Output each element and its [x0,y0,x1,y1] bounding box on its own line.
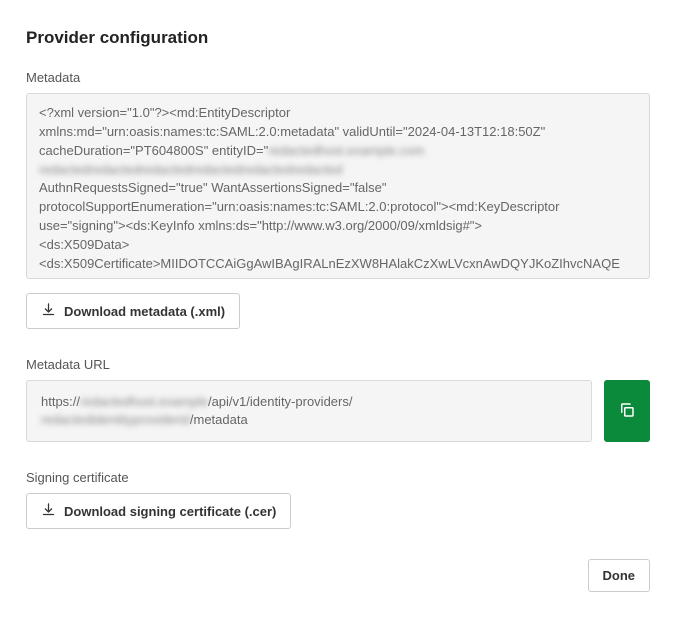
signing-cert-section: Signing certificate Download signing cer… [26,470,650,529]
metadata-xml-line: <ds:X509Data> [39,237,129,252]
download-icon [41,302,56,320]
metadata-xml-line: protocolSupportEnumeration="urn:oasis:na… [39,199,559,214]
copy-url-button[interactable] [604,380,650,442]
metadata-xml-line: use="signing"><ds:KeyInfo xmlns:ds="http… [39,218,482,233]
metadata-xml-line: cacheDuration="PT604800S" entityID=" [39,143,268,158]
metadata-url-box: https://redactedhost.example/api/v1/iden… [26,380,592,442]
redacted-text: redactedredactedredactedredactedredacted… [39,162,343,177]
download-metadata-label: Download metadata (.xml) [64,304,225,319]
download-signing-cert-button[interactable]: Download signing certificate (.cer) [26,493,291,529]
metadata-xml-line: <ds:X509Certificate>MIIDOTCCAiGgAwIBAgIR… [39,256,620,271]
redacted-text: redactedhost.example.com [268,143,424,158]
metadata-xml-box: <?xml version="1.0"?><md:EntityDescripto… [26,93,650,279]
metadata-xml-line: xmlns:md="urn:oasis:names:tc:SAML:2.0:me… [39,124,545,139]
metadata-url-section: Metadata URL https://redactedhost.exampl… [26,357,650,442]
download-signing-cert-label: Download signing certificate (.cer) [64,504,276,519]
metadata-xml-line: AuthnRequestsSigned="true" WantAssertion… [39,180,387,195]
copy-icon [618,401,636,422]
footer: Done [26,559,650,592]
download-metadata-button[interactable]: Download metadata (.xml) [26,293,240,329]
metadata-url-mid: /api/v1/identity-providers/ [208,394,353,409]
metadata-section: Metadata <?xml version="1.0"?><md:Entity… [26,70,650,329]
metadata-xml-line: <?xml version="1.0"?><md:EntityDescripto… [39,105,290,120]
metadata-label: Metadata [26,70,650,85]
done-button[interactable]: Done [588,559,651,592]
page-title: Provider configuration [26,28,650,48]
download-icon [41,502,56,520]
metadata-url-label: Metadata URL [26,357,650,372]
signing-cert-label: Signing certificate [26,470,650,485]
redacted-text: redactedidentityproviderid [41,412,190,427]
redacted-text: redactedhost.example [80,394,208,409]
metadata-url-suffix: /metadata [190,412,248,427]
metadata-url-prefix: https:// [41,394,80,409]
done-label: Done [603,568,636,583]
